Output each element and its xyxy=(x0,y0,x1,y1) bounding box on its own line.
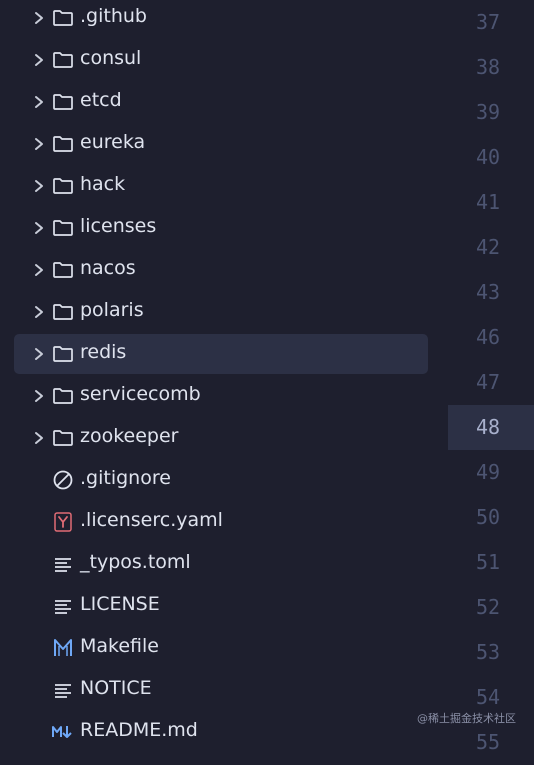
folder-icon xyxy=(53,304,73,320)
tree-item-hack-folder[interactable]: hack xyxy=(14,166,428,206)
tree-item-polaris-folder[interactable]: polaris xyxy=(14,292,428,332)
tree-item-label: _typos.toml xyxy=(80,551,191,573)
folder-icon xyxy=(53,430,73,446)
line-number: 40 xyxy=(476,145,501,169)
folder-icon xyxy=(53,136,73,152)
folder-icon xyxy=(53,220,73,236)
chevron-right-icon[interactable] xyxy=(32,303,46,321)
chevron-right-icon[interactable] xyxy=(32,135,46,153)
tree-item-label: hack xyxy=(80,173,126,195)
chevron-right-icon[interactable] xyxy=(32,387,46,405)
chevron-right-icon[interactable] xyxy=(32,177,46,195)
tree-item-nacos-folder[interactable]: nacos xyxy=(14,250,428,290)
line-number: 47 xyxy=(476,370,501,394)
text-file-icon xyxy=(55,558,71,572)
yaml-icon xyxy=(54,512,72,532)
line-number: 42 xyxy=(476,235,501,259)
folder-icon xyxy=(53,10,73,26)
tree-item-eureka-folder[interactable]: eureka xyxy=(14,124,428,164)
makefile-icon xyxy=(54,639,72,656)
text-file-icon xyxy=(55,600,71,614)
line-number-active: 48 xyxy=(448,405,534,450)
chevron-right-icon[interactable] xyxy=(32,345,46,363)
tree-item-label: README.md xyxy=(80,719,198,741)
tree-item-label: consul xyxy=(80,47,142,69)
tree-item-label: servicecomb xyxy=(80,383,201,405)
line-number: 55 xyxy=(476,730,501,754)
line-number: 46 xyxy=(476,325,501,349)
folder-icon xyxy=(53,52,73,68)
tree-item-gitignore-file[interactable]: .gitignore xyxy=(14,460,428,500)
line-number: 38 xyxy=(476,55,501,79)
folder-icon xyxy=(53,388,73,404)
chevron-right-icon[interactable] xyxy=(32,9,46,27)
markdown-icon xyxy=(52,726,72,738)
tree-item-license-file[interactable]: LICENSE xyxy=(14,586,428,626)
tree-item-etcd-folder[interactable]: etcd xyxy=(14,82,428,122)
tree-item-label: nacos xyxy=(80,257,136,279)
chevron-right-icon[interactable] xyxy=(32,93,46,111)
tree-item-notice-file[interactable]: NOTICE xyxy=(14,670,428,710)
tree-item-servicecomb-folder[interactable]: servicecomb xyxy=(14,376,428,416)
tree-item-consul-folder[interactable]: consul xyxy=(14,40,428,80)
folder-icon xyxy=(53,346,73,362)
tree-item-licenses-folder[interactable]: licenses xyxy=(14,208,428,248)
line-number: 53 xyxy=(476,640,501,664)
tree-item-label: eureka xyxy=(80,131,146,153)
text-file-icon xyxy=(55,684,71,698)
tree-item-licenserc-file[interactable]: .licenserc.yaml xyxy=(14,502,428,542)
folder-icon xyxy=(53,262,73,278)
line-number: 37 xyxy=(476,10,501,34)
chevron-right-icon[interactable] xyxy=(32,219,46,237)
tree-item-redis-folder[interactable]: redis xyxy=(14,334,428,374)
tree-item-label: Makefile xyxy=(80,635,159,657)
tree-item-label: etcd xyxy=(80,89,122,111)
tree-item-label: NOTICE xyxy=(80,677,152,699)
line-number-gutter: 37 38 39 40 41 42 43 46 47 48 49 50 51 5… xyxy=(448,0,534,754)
line-number: 41 xyxy=(476,190,501,214)
line-number: 39 xyxy=(476,100,501,124)
tree-item-makefile-file[interactable]: Makefile xyxy=(14,628,428,668)
chevron-right-icon[interactable] xyxy=(32,429,46,447)
chevron-right-icon[interactable] xyxy=(32,51,46,69)
tree-item-label: .github xyxy=(80,5,147,27)
tree-item-label: zookeeper xyxy=(80,425,179,447)
tree-item-label: licenses xyxy=(80,215,157,237)
line-number: 52 xyxy=(476,595,501,619)
tree-item-label: .gitignore xyxy=(80,467,171,489)
folder-icon xyxy=(53,94,73,110)
tree-item-typos-file[interactable]: _typos.toml xyxy=(14,544,428,584)
line-number: 43 xyxy=(476,280,501,304)
tree-item-readme-file[interactable]: README.md xyxy=(14,712,428,752)
tree-item-label: polaris xyxy=(80,299,144,321)
tree-item-label: LICENSE xyxy=(80,593,160,615)
line-number: 51 xyxy=(476,550,501,574)
folder-icon xyxy=(53,178,73,194)
chevron-right-icon[interactable] xyxy=(32,261,46,279)
gitignore-icon xyxy=(53,470,73,490)
line-number: 49 xyxy=(476,460,501,484)
tree-item-label: redis xyxy=(80,341,127,363)
line-number: 50 xyxy=(476,505,501,529)
tree-item-zookeeper-folder[interactable]: zookeeper xyxy=(14,418,428,458)
tree-item-label: .licenserc.yaml xyxy=(80,509,223,531)
file-explorer-tree: .github consul etcd eureka hack licenses… xyxy=(0,0,440,744)
tree-item-github-folder[interactable]: .github xyxy=(14,0,428,38)
watermark: @稀土掘金技术社区 xyxy=(417,712,516,725)
